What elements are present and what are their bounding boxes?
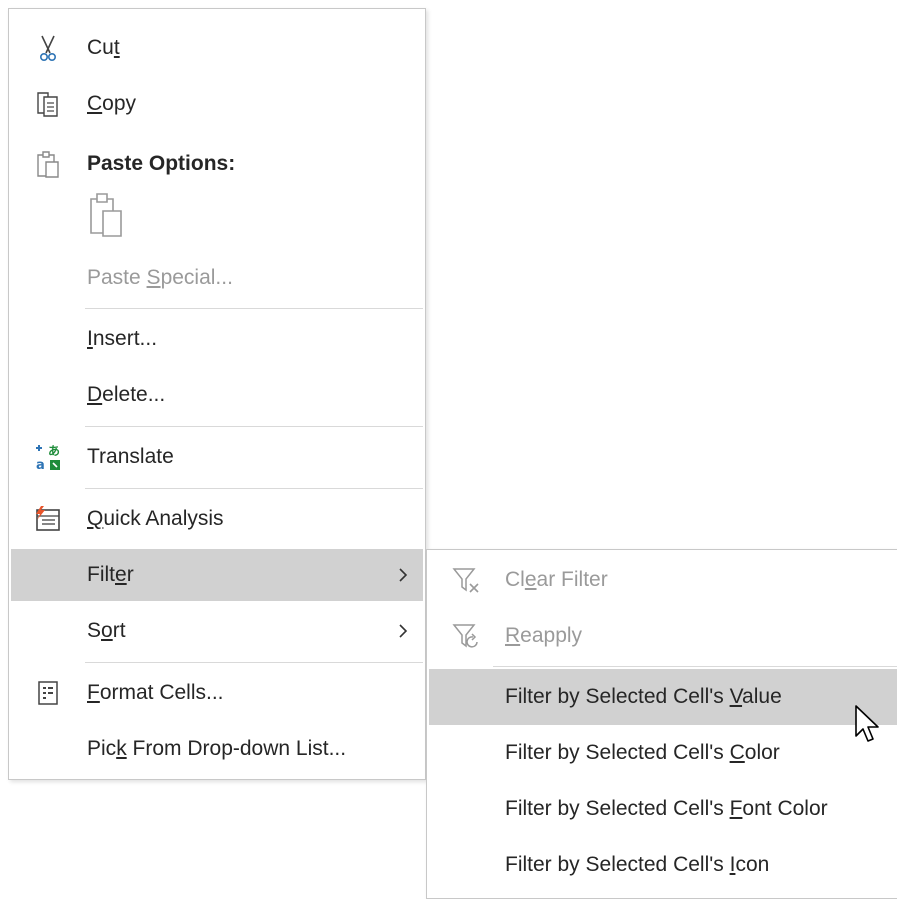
menu-item-label: Cut [87, 36, 120, 59]
scissors-icon [40, 35, 57, 61]
quick-analysis-icon [36, 506, 60, 531]
mouse-cursor-icon [855, 705, 879, 742]
submenu-item-label: Filter by Selected Cell's Icon [505, 853, 770, 876]
menu-item-label: Delete... [87, 383, 166, 406]
menu-item-copy[interactable]: Copy [11, 78, 423, 130]
menu-item-insert[interactable]: Insert... [11, 313, 423, 365]
clipboard-icon [37, 151, 59, 178]
submenu-item-filter-by-value[interactable]: Filter by Selected Cell's Value [429, 669, 897, 725]
menu-item-label: Pick From Drop-down List... [87, 737, 347, 760]
chevron-right-icon [399, 624, 408, 638]
format-cells-icon [38, 681, 58, 705]
menu-item-format-cells[interactable]: Format Cells... [11, 667, 423, 719]
menu-separator [85, 662, 423, 663]
paste-icon [90, 193, 122, 237]
menu-separator [85, 308, 423, 309]
menu-item-paste-special[interactable]: Paste Special... [11, 252, 423, 304]
submenu-item-label: Clear Filter [505, 568, 608, 591]
menu-item-label: Paste Special... [87, 266, 233, 289]
context-menu: Cut Copy Paste Options: Paste Special... [8, 8, 426, 780]
svg-text:a: a [36, 458, 45, 472]
menu-item-label: Translate [87, 445, 174, 468]
submenu-item-label: Filter by Selected Cell's Value [505, 685, 782, 708]
menu-item-pick-from-list[interactable]: Pick From Drop-down List... [11, 723, 423, 775]
menu-separator [85, 488, 423, 489]
chevron-right-icon [399, 568, 408, 582]
menu-item-translate[interactable]: a あ Translate [11, 431, 423, 483]
menu-item-filter[interactable]: Filter [11, 549, 423, 601]
menu-item-delete[interactable]: Delete... [11, 369, 423, 421]
menu-item-quick-analysis[interactable]: Quick Analysis [11, 493, 423, 545]
submenu-separator [493, 666, 897, 667]
paste-options-header: Paste Options: [11, 138, 423, 190]
menu-item-label: Sort [87, 619, 126, 642]
menu-item-cut[interactable]: Cut [11, 22, 423, 74]
menu-item-sort[interactable]: Sort [11, 605, 423, 657]
submenu-item-reapply[interactable]: Reapply [429, 608, 897, 664]
paste-button[interactable] [83, 189, 135, 241]
clear-filter-icon [452, 568, 479, 593]
submenu-item-filter-by-font-color[interactable]: Filter by Selected Cell's Font Color [429, 781, 897, 837]
copy-icon [37, 92, 58, 117]
submenu-item-label: Reapply [505, 624, 583, 647]
svg-text:あ: あ [48, 444, 60, 458]
menu-item-label: Insert... [87, 327, 158, 350]
menu-item-label: Paste Options: [87, 152, 236, 175]
menu-separator [85, 426, 423, 427]
menu-item-label: Filter [87, 563, 134, 586]
submenu-item-clear-filter[interactable]: Clear Filter [429, 552, 897, 608]
reapply-filter-icon [452, 624, 478, 648]
menu-item-label: Format Cells... [87, 681, 224, 704]
submenu-item-filter-by-icon[interactable]: Filter by Selected Cell's Icon [429, 837, 897, 893]
submenu-item-label: Filter by Selected Cell's Font Color [505, 797, 828, 820]
filter-submenu: Clear Filter Reapply Filter by Selected … [426, 549, 897, 899]
translate-icon: a あ [36, 444, 60, 472]
menu-item-label: Copy [87, 92, 137, 115]
menu-item-label: Quick Analysis [87, 507, 224, 530]
submenu-item-filter-by-color[interactable]: Filter by Selected Cell's Color [429, 725, 897, 781]
submenu-item-label: Filter by Selected Cell's Color [505, 741, 780, 764]
